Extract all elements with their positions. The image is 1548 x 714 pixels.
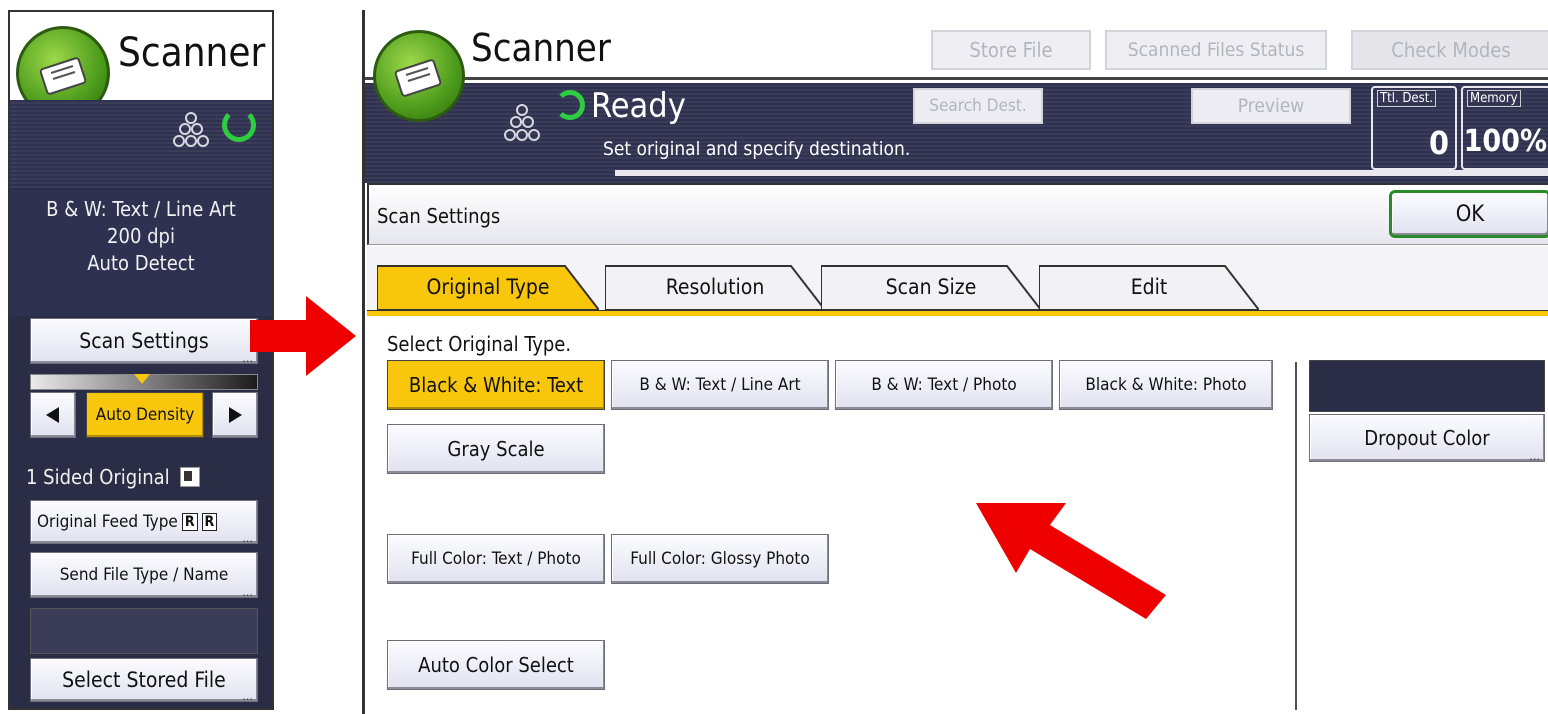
density-marker-icon	[134, 374, 150, 384]
feed-badge-r1-icon: R	[181, 513, 198, 531]
option-gray-scale-button[interactable]: Gray Scale	[387, 424, 605, 474]
memory-value: 100%	[1463, 124, 1547, 159]
preview-button[interactable]: Preview	[1191, 88, 1351, 124]
left-panel: Scanner B & W: Text / Line Art 200 dpi A…	[8, 10, 274, 710]
store-file-button[interactable]: Store File	[931, 30, 1091, 70]
ttl-dest-value: 0	[1428, 124, 1449, 162]
option-auto-color-select-button[interactable]: Auto Color Select	[387, 640, 605, 690]
send-file-label: Send File Type / Name	[59, 565, 229, 585]
option-bw-text-button[interactable]: Black & White: Text	[387, 360, 605, 410]
density-darker-button[interactable]	[212, 392, 258, 438]
ok-label: OK	[1455, 201, 1485, 227]
dropout-color-display	[1309, 360, 1545, 412]
check-modes-label: Check Modes	[1391, 38, 1511, 62]
main-scanner-app-icon	[373, 30, 465, 122]
arrow-left-icon	[46, 407, 59, 423]
left-empty-slot	[30, 608, 258, 654]
option-full-color-glossy-button[interactable]: Full Color: Glossy Photo	[611, 534, 829, 584]
callout-arrow-right-icon	[250, 296, 356, 376]
ttl-dest-counter: Ttl. Dest. 0	[1371, 86, 1457, 170]
dropout-color-label: Dropout Color	[1364, 426, 1490, 450]
option-bw-line-art-button[interactable]: B & W: Text / Line Art	[611, 360, 829, 410]
tab-resolution[interactable]: Resolution	[605, 264, 825, 310]
main-panel: Scanner Store File Scanned Files Status …	[362, 10, 1548, 714]
auto-density-label: Auto Density	[95, 405, 195, 425]
store-file-label: Store File	[969, 38, 1053, 62]
search-dest-label: Search Dest.	[929, 96, 1027, 116]
instruction-text: Select Original Type.	[387, 332, 572, 356]
toner-dots-icon	[170, 110, 212, 152]
ttl-dest-label: Ttl. Dest.	[1377, 90, 1436, 107]
left-app-title: Scanner	[118, 30, 266, 76]
option-bw-photo-button[interactable]: Black & White: Photo	[1059, 360, 1273, 410]
sided-original-icon	[179, 467, 200, 487]
summary-original-type: B & W: Text / Line Art	[46, 197, 236, 221]
option-full-color-text-photo-label: Full Color: Text / Photo	[411, 549, 581, 569]
tab-original-type-label: Original Type	[426, 275, 550, 299]
status-message: Set original and specify destination.	[603, 138, 911, 160]
scan-settings-label: Scan Settings	[79, 329, 209, 353]
main-toner-dots-icon	[501, 102, 543, 146]
density-lighter-button[interactable]	[30, 392, 76, 438]
summary-size: Auto Detect	[87, 251, 195, 275]
scanned-files-status-label: Scanned Files Status	[1127, 39, 1305, 61]
arrow-right-icon	[229, 407, 242, 423]
option-bw-text-photo-label: B & W: Text / Photo	[871, 375, 1017, 395]
dialog-header	[367, 183, 1548, 245]
tab-original-type[interactable]: Original Type	[377, 264, 599, 310]
ready-indicator-icon	[222, 108, 256, 142]
tab-scan-size-label: Scan Size	[885, 275, 977, 299]
tab-edit-label: Edit	[1130, 275, 1168, 299]
option-bw-photo-label: Black & White: Photo	[1085, 375, 1247, 395]
scanned-files-status-button[interactable]: Scanned Files Status	[1105, 30, 1327, 70]
option-gray-scale-label: Gray Scale	[447, 437, 545, 461]
option-bw-line-art-label: B & W: Text / Line Art	[639, 375, 801, 395]
send-file-type-button[interactable]: Send File Type / Name	[30, 552, 258, 598]
callout-arrow-up-left-icon	[976, 503, 1166, 619]
main-app-title: Scanner	[471, 26, 611, 70]
sided-original-status: 1 Sided Original	[20, 458, 264, 496]
ready-status-text: Ready	[591, 86, 686, 126]
scan-settings-button[interactable]: Scan Settings	[30, 318, 258, 364]
original-feed-type-button[interactable]: Original Feed Type R R	[30, 500, 258, 544]
memory-counter: Memory 100%	[1461, 86, 1548, 170]
memory-label: Memory	[1467, 90, 1521, 107]
option-full-color-text-photo-button[interactable]: Full Color: Text / Photo	[387, 534, 605, 584]
preview-label: Preview	[1237, 95, 1305, 117]
summary-resolution: 200 dpi	[107, 224, 175, 248]
dialog-title: Scan Settings	[377, 204, 501, 228]
tab-scan-size[interactable]: Scan Size	[821, 264, 1041, 310]
check-modes-button[interactable]: Check Modes	[1351, 30, 1548, 70]
auto-density-button[interactable]: Auto Density	[86, 392, 204, 438]
current-settings-summary: B & W: Text / Line Art 200 dpi Auto Dete…	[10, 190, 272, 316]
sided-original-label: 1 Sided Original	[26, 465, 170, 489]
status-lightbar	[615, 170, 1548, 176]
option-auto-color-select-label: Auto Color Select	[418, 653, 574, 677]
tab-edit[interactable]: Edit	[1039, 264, 1259, 310]
option-bw-text-label: Black & White: Text	[408, 373, 584, 397]
tab-resolution-label: Resolution	[665, 275, 765, 299]
search-dest-button[interactable]: Search Dest.	[913, 88, 1043, 124]
feed-badge-r2-icon: R	[201, 513, 218, 531]
feed-type-label: Original Feed Type	[37, 512, 178, 532]
option-full-color-glossy-label: Full Color: Glossy Photo	[630, 549, 810, 569]
select-stored-file-button[interactable]: Select Stored File	[30, 658, 258, 702]
option-bw-text-photo-button[interactable]: B & W: Text / Photo	[835, 360, 1053, 410]
ok-button[interactable]: OK	[1389, 190, 1548, 238]
vertical-divider	[1295, 362, 1297, 710]
main-ready-indicator-icon	[555, 90, 585, 120]
tab-underline	[367, 310, 1548, 316]
dropout-color-button[interactable]: Dropout Color	[1309, 414, 1545, 462]
stored-file-label: Select Stored File	[62, 668, 226, 692]
